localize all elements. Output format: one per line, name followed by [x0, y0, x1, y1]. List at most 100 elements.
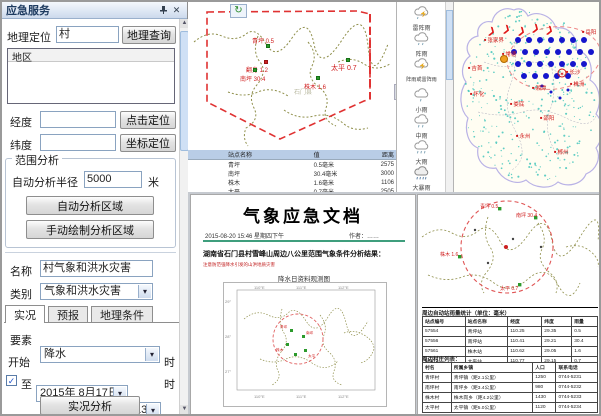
geo-search-button[interactable]: 地理查询: [122, 26, 176, 44]
column-header: 经度: [508, 317, 542, 327]
province-map[interactable]: ✶ ❯ ❯ ❯ ❯ ❯ 张家界 吉首 怀化 常德 岳阳 长沙 株洲 湘潭 娄底 …: [454, 2, 601, 192]
document-heading: 湖南省石门县村雪峰山周边八公里范围气象条件分析结果：: [203, 251, 405, 260]
element-combobox[interactable]: 降水: [40, 346, 160, 363]
cell: 2575: [363, 160, 396, 170]
table-row[interactable]: 株木1.6毫米1106: [188, 178, 396, 187]
coord-locate-button[interactable]: 坐标定位: [120, 134, 176, 152]
scrollbar-thumb[interactable]: [446, 10, 453, 80]
station-label: 翻身 1.2: [246, 65, 268, 74]
manual-draw-area-button[interactable]: 手动绘制分析区域: [26, 220, 154, 239]
table-row[interactable]: 株木村株木岗乡（距4.2公里）14300744-5233: [423, 393, 598, 403]
light-rain-icon: [413, 88, 431, 103]
tab-forecast[interactable]: 预报: [48, 306, 88, 323]
table-row[interactable]: 太平村太平镇（距5.0公里）11200744-5234: [423, 403, 598, 413]
svg-text:28°: 28°: [225, 334, 231, 339]
column-header: 联系电话: [556, 363, 598, 373]
table-row[interactable]: 青坪0.5毫米2575: [188, 160, 396, 170]
run-analysis-button[interactable]: 实况分析: [40, 396, 140, 415]
column-header: 所属乡镇: [451, 363, 532, 373]
city-label: 长沙: [566, 68, 580, 76]
latitude-input[interactable]: [40, 134, 116, 151]
geo-locate-input[interactable]: 村: [56, 26, 119, 43]
table-header-row: 站点名称值距离: [188, 150, 396, 160]
station-statistics-page[interactable]: 青坪 0.5 南坪 30.4 株木 1.6 太平 0.7 周边自动站雨量统计（单…: [417, 194, 601, 416]
analysis-map[interactable]: ↻ 青坪 0.5 翻身 1.2 南坪 30.4 株木 1.6 太平 0.7 石门…: [188, 2, 396, 192]
table-row[interactable]: 57556南坪站110.4129.2130.4: [423, 337, 598, 347]
svg-text:青坪: 青坪: [280, 324, 288, 329]
cell: 0744-5232: [556, 383, 598, 393]
table-row[interactable]: 南坪30.4毫米3000: [188, 169, 396, 178]
cell: 110.25: [508, 327, 542, 337]
map-refresh-button[interactable]: ↻: [230, 4, 247, 18]
rainstorm-icon: [413, 166, 431, 181]
cell: 0744-5231: [556, 373, 598, 383]
shower-icon: [413, 32, 431, 47]
city-label: 吉首: [468, 64, 482, 72]
cell: 30.4毫米: [312, 169, 364, 178]
range-analysis-group-label: 范围分析: [12, 152, 62, 168]
city-label: 张家界: [484, 36, 504, 44]
document-warning-text: 注意防范强降水引发的山洪地质灾害: [203, 262, 275, 268]
legend-item: 大雨: [397, 140, 446, 166]
table-row[interactable]: 青坪村青坪镇（距2.1公里）12500744-5231: [423, 373, 598, 383]
panel-scrollbar[interactable]: ▲ ▼: [179, 19, 188, 414]
longitude-input[interactable]: [40, 111, 116, 128]
end-time-checkbox[interactable]: ✓: [6, 375, 17, 386]
cell: 1.6: [572, 347, 598, 357]
district-column-header[interactable]: 地区: [8, 49, 174, 62]
cell: 1.6毫米: [312, 178, 364, 187]
table-row[interactable]: 南坪村南坪乡（距3.4公里）9800744-5232: [423, 383, 598, 393]
legend-item: 雷阵雨: [397, 6, 446, 32]
cell: 30.4: [572, 337, 598, 347]
table-row[interactable]: 57554青坪站110.2529.350.5: [423, 327, 598, 337]
station-label: 南坪 30.4: [240, 74, 265, 83]
radius-input[interactable]: 5000: [84, 171, 142, 188]
station-marker[interactable]: [253, 68, 257, 72]
cell: 1106: [363, 178, 396, 187]
name-input[interactable]: 村气象和洪水灾害: [40, 260, 153, 277]
emergency-document-page[interactable]: 气象应急文档 2015-08-20 15:46 星期四下午 作者：…… 湖南省石…: [190, 194, 416, 416]
close-icon[interactable]: ✕: [170, 4, 183, 16]
station-marker[interactable]: [346, 58, 350, 62]
station-marker[interactable]: [316, 76, 320, 80]
auto-analysis-area-button[interactable]: 自动分析区域: [26, 196, 154, 215]
type-combobox[interactable]: 气象和洪水灾害: [40, 283, 153, 300]
district-listbox[interactable]: 地区: [7, 48, 175, 104]
station-marker[interactable]: [264, 60, 268, 64]
station-label: 太平 0.7: [500, 285, 518, 292]
station-label: 株木 1.6: [440, 251, 458, 258]
cell: 980: [533, 383, 556, 393]
svg-text:112°E: 112°E: [338, 394, 349, 399]
divider: [5, 252, 176, 253]
table-header-row: 站点编号站点名称经度纬度雨量: [423, 317, 598, 327]
cell: 南坪站: [465, 337, 508, 347]
document-preview-area: 气象应急文档 2015-08-20 15:46 星期四下午 作者：…… 湖南省石…: [188, 192, 601, 416]
station-attribute-table[interactable]: 站点名称值距离青坪0.5毫米2575南坪30.4毫米3000株木1.6毫米110…: [188, 150, 396, 196]
cell: 110.41: [508, 337, 542, 347]
thunderstorm-icon: [413, 6, 431, 21]
svg-text:111°E: 111°E: [296, 285, 307, 290]
legend-item: 大暴雨: [397, 166, 446, 192]
svg-text:株木: 株木: [276, 347, 284, 352]
cell: 0.5: [572, 327, 598, 337]
city-label: 岳阳: [582, 28, 596, 36]
svg-text:太平: 太平: [308, 353, 316, 358]
legend-scrollbar[interactable]: [445, 2, 454, 192]
click-locate-button[interactable]: 点击定位: [120, 111, 176, 129]
svg-text:112°E: 112°E: [338, 285, 349, 290]
tab-live[interactable]: 实况: [5, 305, 45, 323]
cell: 57556: [423, 337, 466, 347]
document-date: 2015-08-20 15:46 星期四下午: [205, 231, 284, 240]
cell: 110.62: [508, 347, 542, 357]
pin-icon[interactable]: [157, 4, 170, 16]
moderate-rain-icon: [413, 114, 431, 129]
cell: 1430: [533, 393, 556, 403]
legend-item: 中雨: [397, 114, 446, 140]
city-label: 常德: [502, 50, 516, 58]
cell: 南坪: [188, 169, 312, 178]
cell: 青坪村: [423, 373, 452, 383]
cell: 57554: [423, 327, 466, 337]
tab-geo-conditions[interactable]: 地理条件: [91, 306, 153, 323]
svg-text:27°: 27°: [225, 369, 231, 374]
panel-title: 应急服务: [6, 2, 157, 18]
